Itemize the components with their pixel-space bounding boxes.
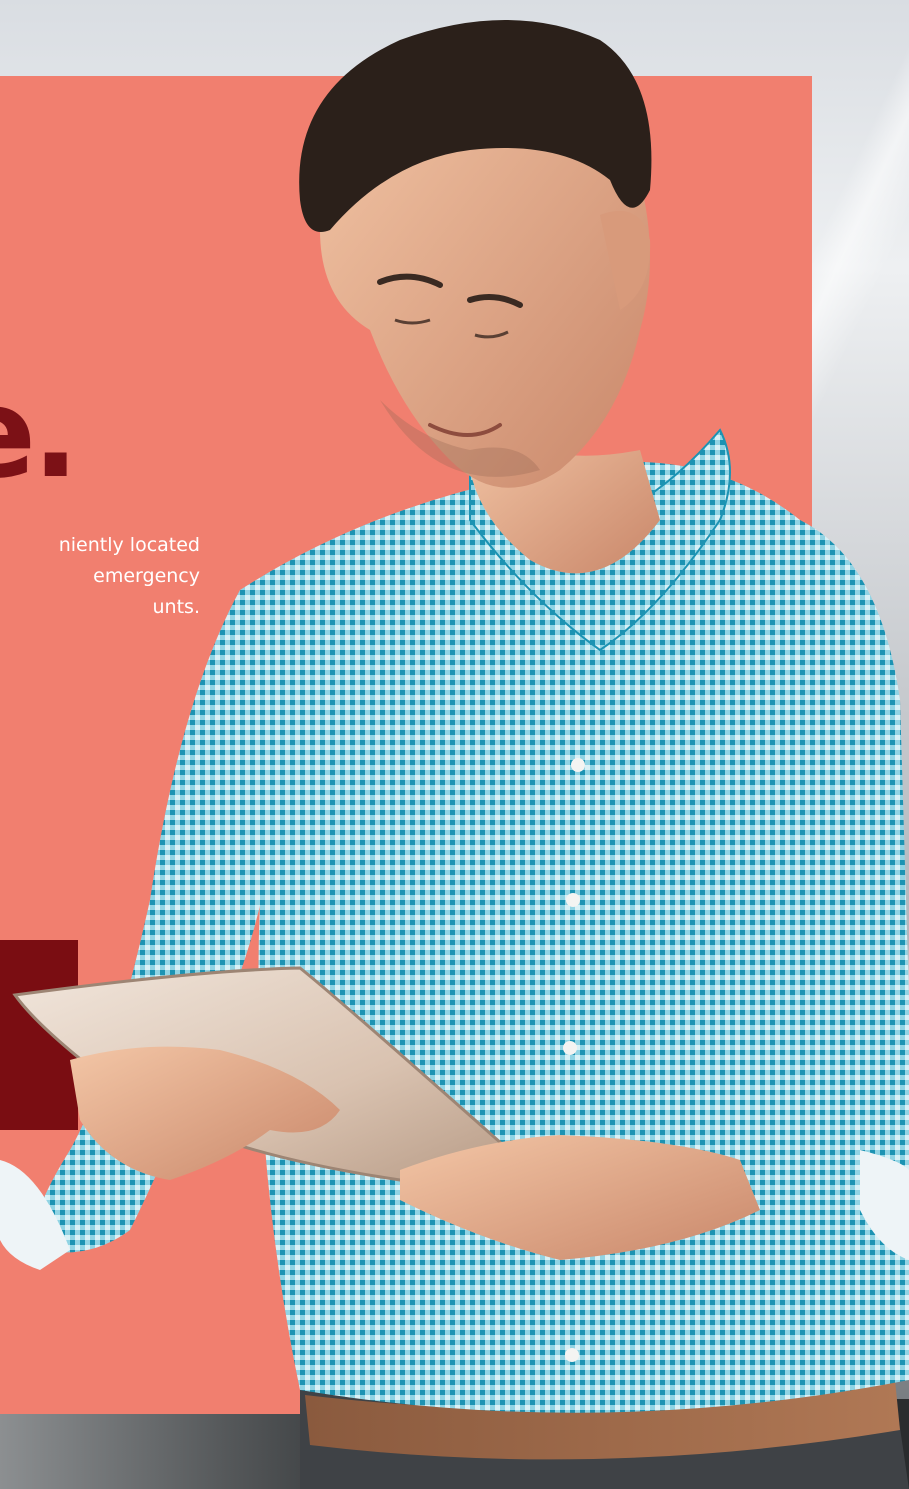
man-holding-tablet-photo bbox=[0, 20, 909, 1489]
hero-section: e. niently located emergency unts. bbox=[0, 0, 909, 1489]
